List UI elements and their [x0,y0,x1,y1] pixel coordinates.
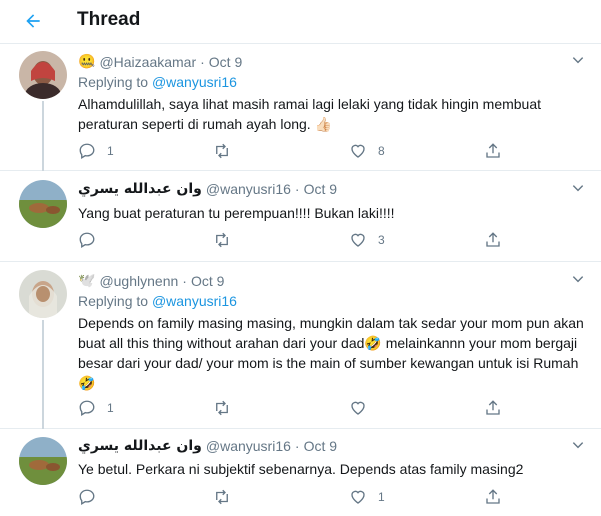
thread-line [42,101,44,171]
chevron-down-icon [570,178,586,198]
share-button[interactable] [483,486,503,508]
tweet[interactable]: 🤐 @Haizaakamar · Oct 9 Replying to @wany… [0,45,601,171]
tweet[interactable]: وان عبدالله يسري @wanyusri16 · Oct 9 Ye … [0,430,601,516]
thread-header: Thread [0,0,601,44]
timestamp[interactable]: Oct 9 [191,273,224,289]
tweet-header: وان عبدالله يسري @wanyusri16 · Oct 9 [78,181,337,197]
reply-button[interactable]: 1 [77,140,114,162]
avatar[interactable] [19,180,67,228]
display-name[interactable]: 🕊️ [78,272,95,289]
retweet-icon [212,141,232,161]
separator-dot: · [200,53,205,70]
display-name[interactable]: وان عبدالله يسري [78,181,202,197]
separator-dot: · [182,272,187,289]
heart-icon [348,141,368,161]
tweet-text: Yang buat peraturan tu perempuan!!!! Buk… [78,205,395,221]
handle[interactable]: @ughlynenn [99,273,178,289]
tweet-header: 🤐 @Haizaakamar · Oct 9 [78,53,242,70]
replying-to-label: Replying to [78,293,149,309]
heart-icon [348,398,368,418]
share-icon [483,141,503,161]
retweet-button[interactable] [212,140,242,162]
heart-icon [348,487,368,507]
retweet-icon [212,487,232,507]
handle[interactable]: @wanyusri16 [206,438,291,454]
like-button[interactable] [348,397,378,419]
tweet-text: Alhamdulillah, saya lihat masih ramai la… [78,96,542,132]
reply-count: 1 [107,401,114,415]
avatar[interactable] [19,270,67,318]
retweet-button[interactable] [212,486,242,508]
display-name[interactable]: 🤐 [78,53,95,70]
reply-count: 1 [107,144,114,158]
tweet-header: وان عبدالله يسري @wanyusri16 · Oct 9 [78,438,337,454]
reply-button[interactable] [77,229,107,251]
like-count: 3 [378,233,385,247]
mention-link[interactable]: @wanyusri16 [152,74,237,90]
more-options-button[interactable] [570,180,586,196]
heart-icon [348,230,368,250]
reply-icon [77,487,97,507]
tweet-header: 🕊️ @ughlynenn · Oct 9 [78,272,224,289]
replying-to-label: Replying to [78,74,149,90]
separator-dot: · [294,438,300,454]
share-button[interactable] [483,229,503,251]
tweet[interactable]: 🕊️ @ughlynenn · Oct 9 Replying to @wanyu… [0,263,601,429]
share-icon [483,398,503,418]
more-options-button[interactable] [570,271,586,287]
replying-to: Replying to @wanyusri16 [78,74,237,90]
like-button[interactable]: 8 [348,140,385,162]
handle[interactable]: @wanyusri16 [206,181,291,197]
timestamp[interactable]: Oct 9 [304,438,337,454]
share-button[interactable] [483,140,503,162]
timestamp[interactable]: Oct 9 [304,181,337,197]
tweet-text: Depends on family masing masing, mungkin… [78,315,584,391]
thread-line [42,320,44,429]
avatar[interactable] [19,437,67,485]
reply-icon [77,230,97,250]
mention-link[interactable]: @wanyusri16 [152,293,237,309]
more-options-button[interactable] [570,437,586,453]
chevron-down-icon [570,269,586,289]
display-name[interactable]: وان عبدالله يسري [78,438,202,454]
retweet-icon [212,398,232,418]
reply-icon [77,141,97,161]
timestamp[interactable]: Oct 9 [209,54,242,70]
handle[interactable]: @Haizaakamar [99,54,196,70]
like-button[interactable]: 1 [348,486,385,508]
reply-icon [77,398,97,418]
share-icon [483,230,503,250]
reply-button[interactable] [77,486,107,508]
more-options-button[interactable] [570,52,586,68]
like-button[interactable]: 3 [348,229,385,251]
chevron-down-icon [570,50,586,70]
tweet-text: Ye betul. Perkara ni subjektif sebenarny… [78,461,524,477]
reply-button[interactable]: 1 [77,397,114,419]
retweet-button[interactable] [212,397,242,419]
avatar[interactable] [19,51,67,99]
like-count: 8 [378,144,385,158]
share-button[interactable] [483,397,503,419]
separator-dot: · [294,181,300,197]
arrow-left-icon [23,11,43,31]
chevron-down-icon [570,435,586,455]
back-button[interactable] [16,6,50,36]
like-count: 1 [378,490,385,504]
tweet[interactable]: وان عبدالله يسري @wanyusri16 · Oct 9 Yan… [0,172,601,262]
share-icon [483,487,503,507]
page-title: Thread [77,9,141,30]
replying-to: Replying to @wanyusri16 [78,293,237,309]
retweet-icon [212,230,232,250]
retweet-button[interactable] [212,229,242,251]
